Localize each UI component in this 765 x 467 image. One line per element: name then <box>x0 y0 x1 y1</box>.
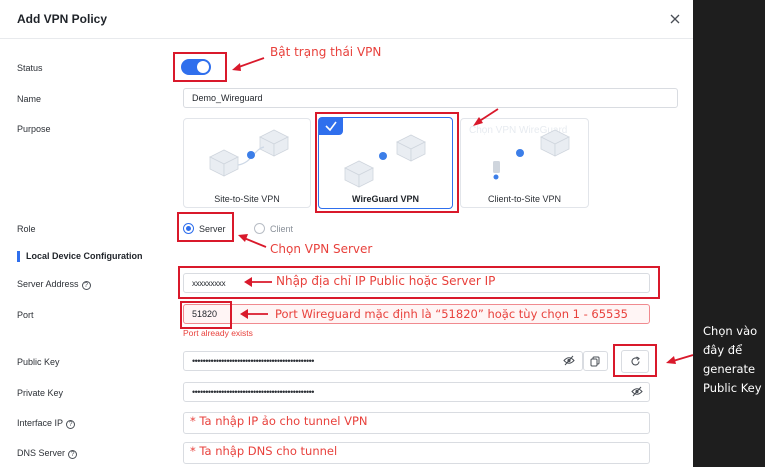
private-key-label: Private Key <box>17 388 64 398</box>
copy-button[interactable] <box>583 351 608 371</box>
annotation-public-key-line-4: Public Key <box>703 381 762 395</box>
name-input[interactable]: Demo_Wireguard <box>183 88 678 108</box>
purpose-card-client-to-site[interactable]: Chọn VPN WireGuard Client-to-Site VPN <box>460 118 589 208</box>
header-divider <box>0 38 693 39</box>
public-key-input[interactable]: ••••••••••••••••••••••••••••••••••••••••… <box>183 351 583 371</box>
role-client-label[interactable]: Client <box>270 224 293 234</box>
annotation-arrow-port <box>240 309 268 319</box>
copy-icon <box>590 356 600 367</box>
annotation-box-status <box>173 52 227 82</box>
client-to-site-illustration-icon <box>493 129 570 180</box>
annotation-role: Chọn VPN Server <box>270 242 373 256</box>
dialog-title: Add VPN Policy <box>17 12 108 26</box>
port-label: Port <box>17 310 34 320</box>
annotation-status: Bật trạng thái VPN <box>270 45 382 59</box>
purpose-card-site-to-site[interactable]: Site-to-Site VPN <box>183 118 311 208</box>
interface-ip-label: Interface IP? <box>17 418 76 429</box>
purpose-label-site-to-site: Site-to-Site VPN <box>214 194 280 204</box>
annotation-box-wireguard <box>315 112 459 213</box>
annotation-server-address: Nhập địa chỉ IP Public hoặc Server IP <box>276 274 496 288</box>
section-accent-bar <box>17 251 20 262</box>
annotation-box-port <box>180 301 232 329</box>
dns-server-label-text: DNS Server <box>17 448 66 458</box>
dns-server-label: DNS Server? <box>17 448 78 459</box>
private-key-value: ••••••••••••••••••••••••••••••••••••••••… <box>192 387 314 397</box>
annotation-box-role <box>177 212 234 242</box>
interface-ip-label-text: Interface IP <box>17 418 64 428</box>
role-label: Role <box>17 224 36 234</box>
server-address-label: Server Address? <box>17 279 91 290</box>
annotation-arrow-wireguard <box>473 108 499 126</box>
purpose-label-client-to-site: Client-to-Site VPN <box>487 194 562 204</box>
annotation-public-key-line-2: đây để <box>703 343 743 357</box>
private-key-eye-off-icon[interactable] <box>631 386 643 397</box>
port-error-text: Port already exists <box>183 328 253 338</box>
annotation-port: Port Wireguard mặc định là “51820” hoặc … <box>275 307 629 321</box>
server-address-label-text: Server Address <box>17 279 79 289</box>
site-to-site-illustration-icon <box>209 129 289 177</box>
name-label: Name <box>17 94 42 104</box>
purpose-label: Purpose <box>17 124 51 134</box>
server-address-help-icon[interactable]: ? <box>81 281 91 290</box>
annotation-arrow-generate <box>666 354 693 364</box>
public-key-value: ••••••••••••••••••••••••••••••••••••••••… <box>192 356 314 366</box>
dns-server-help-icon[interactable]: ? <box>68 450 78 459</box>
close-icon[interactable] <box>668 12 682 26</box>
annotation-box-generate <box>613 344 657 377</box>
interface-ip-help-icon[interactable]: ? <box>66 420 76 429</box>
annotation-interface-ip: * Ta nhập IP ảo cho tunnel VPN <box>190 414 368 428</box>
annotation-dns-server: * Ta nhập DNS cho tunnel <box>190 444 338 458</box>
annotation-arrow-server-address <box>244 277 272 287</box>
annotation-public-key-line-3: generate <box>703 362 756 376</box>
annotation-side-panel: Chọn vào đây để generate Public Key <box>693 0 765 467</box>
status-label: Status <box>17 63 43 73</box>
section-title: Local Device Configuration <box>26 251 143 261</box>
annotation-public-key-line-1: Chọn vào <box>703 324 758 338</box>
add-vpn-policy-dialog: Add VPN Policy Status Bật trạng thái VPN… <box>0 0 693 467</box>
public-key-label: Public Key <box>17 357 60 367</box>
annotation-arrow-role <box>238 234 267 248</box>
eye-off-icon[interactable] <box>563 355 575 366</box>
private-key-input[interactable]: ••••••••••••••••••••••••••••••••••••••••… <box>183 382 650 402</box>
annotation-arrow-status <box>232 57 265 71</box>
